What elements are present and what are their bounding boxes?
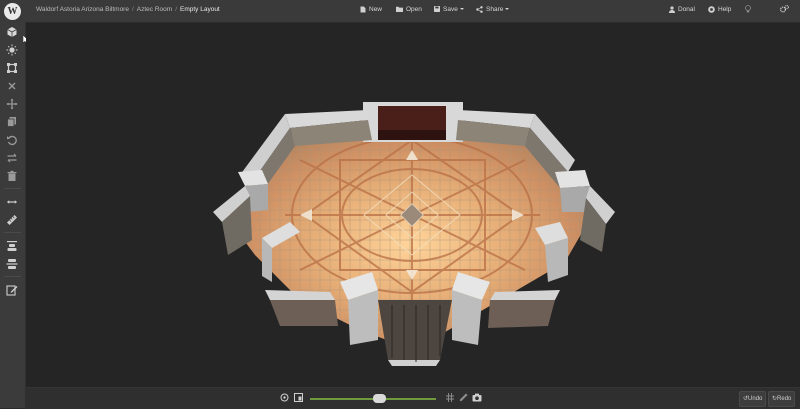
align-top-icon[interactable]	[6, 240, 18, 252]
save-button[interactable]: Save	[434, 0, 464, 22]
save-label: Save	[443, 6, 458, 13]
chevron-down-icon	[459, 8, 464, 11]
redo-button[interactable]: ↻Redo	[768, 391, 796, 407]
undo-label: Undo	[748, 396, 763, 402]
share-label: Share	[486, 6, 504, 13]
help-label: Help	[718, 6, 732, 13]
share-icon	[476, 5, 483, 13]
sidebar-divider	[4, 188, 21, 189]
share-button[interactable]: Share	[476, 0, 510, 22]
breadcrumb-layout[interactable]: Empty Layout	[180, 6, 220, 13]
help-button[interactable]: Help	[708, 0, 731, 22]
3d-viewport[interactable]	[26, 23, 800, 387]
rotate-icon[interactable]	[6, 134, 18, 146]
edit-icon[interactable]	[6, 284, 18, 296]
open-button[interactable]: Open	[396, 0, 422, 22]
measure-icon[interactable]	[6, 196, 18, 208]
app-logo[interactable]: W	[4, 3, 21, 20]
lightbulb-icon	[745, 5, 751, 13]
new-button[interactable]: New	[360, 0, 382, 22]
sidebar-divider	[4, 232, 21, 233]
user-menu[interactable]: Donal	[669, 0, 695, 22]
chevron-down-icon	[505, 8, 510, 11]
gear-icon	[779, 5, 789, 13]
redo-label: Redo	[777, 396, 792, 402]
zoom-slider-handle[interactable]	[372, 394, 386, 403]
save-icon	[434, 6, 440, 13]
breadcrumb-separator: /	[175, 6, 177, 13]
file-icon	[360, 6, 366, 13]
crop-icon[interactable]	[6, 62, 18, 74]
open-label: Open	[406, 6, 422, 13]
new-label: New	[369, 6, 383, 13]
folder-icon	[396, 7, 403, 13]
sidebar-divider	[4, 276, 21, 277]
align-middle-icon[interactable]	[6, 258, 18, 270]
breadcrumb: Waldorf Astoria Arizona Biltmore / Aztec R…	[36, 0, 220, 22]
ruler-small-icon[interactable]	[459, 393, 468, 402]
copy-icon[interactable]	[6, 116, 18, 128]
grid-icon[interactable]	[446, 393, 454, 402]
user-icon	[669, 6, 675, 13]
cube-icon[interactable]	[6, 26, 18, 38]
stage[interactable]	[363, 102, 463, 142]
close-icon[interactable]	[6, 80, 18, 92]
room-3d-render	[213, 102, 615, 366]
view-controls-bar: ↺Undo ↻Redo	[26, 387, 800, 409]
trash-icon[interactable]	[6, 170, 18, 182]
lightbulb-icon[interactable]	[6, 44, 18, 56]
settings-dial-icon[interactable]	[280, 393, 289, 402]
ruler-icon[interactable]	[6, 214, 18, 226]
undo-button[interactable]: ↺Undo	[739, 391, 767, 407]
top-bar: W Waldorf Astoria Arizona Biltmore / Aztec…	[0, 0, 800, 23]
breadcrumb-room[interactable]: Aztec Room	[137, 6, 172, 13]
tool-sidebar	[0, 22, 26, 408]
light-button[interactable]	[745, 0, 754, 22]
layout-view-icon[interactable]	[294, 393, 303, 402]
move-icon[interactable]	[6, 98, 18, 110]
breadcrumb-venue[interactable]: Waldorf Astoria Arizona Biltmore	[36, 6, 129, 13]
settings-button[interactable]	[779, 0, 792, 22]
breadcrumb-separator: /	[131, 6, 134, 13]
swap-icon[interactable]	[6, 152, 18, 164]
help-icon	[708, 5, 715, 13]
camera-icon[interactable]	[472, 393, 482, 402]
user-name: Donal	[678, 6, 695, 13]
